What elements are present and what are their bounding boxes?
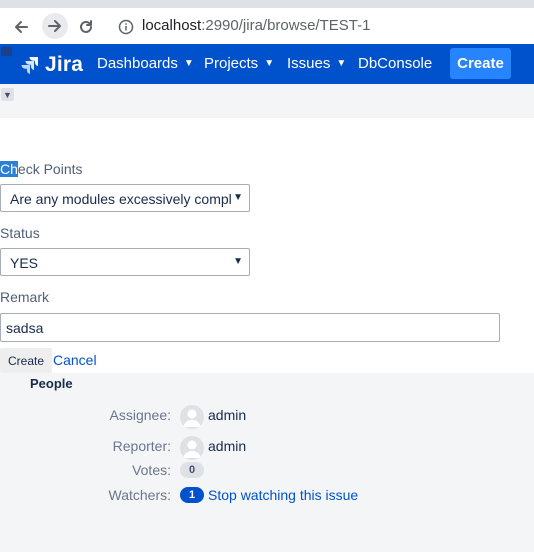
assignee-avatar[interactable] <box>180 405 204 429</box>
user-icon <box>183 409 201 427</box>
nav-dbconsole[interactable]: DbConsole <box>358 55 432 72</box>
checkpoints-select[interactable]: Are any modules excessively compl ▼ <box>0 184 250 212</box>
reporter-label: Reporter: <box>112 438 171 454</box>
votes-count-badge[interactable]: 0 <box>180 462 204 478</box>
url-host: localhost <box>142 17 202 34</box>
jira-top-nav: Jira Dashboards ▼ Projects ▼ Issues ▼ DbCon… <box>0 44 534 84</box>
watchers-label: Watchers: <box>108 487 172 503</box>
jira-logo-text: Jira <box>45 53 84 76</box>
assignee-name[interactable]: admin <box>208 407 246 423</box>
reporter-avatar[interactable] <box>180 436 204 460</box>
assignee-label: Assignee: <box>109 407 171 423</box>
reload-icon <box>80 20 92 33</box>
forward-button[interactable] <box>42 13 68 39</box>
expand-chevron-icon[interactable]: ▼ <box>1 88 14 101</box>
nav-projects[interactable]: Projects ▼ <box>204 55 274 72</box>
cancel-link[interactable]: Cancel <box>53 352 97 368</box>
chevron-down-icon: ▼ <box>264 58 275 69</box>
people-section-title: People <box>30 376 73 391</box>
remark-label: Remark <box>0 289 50 305</box>
jira-logo[interactable]: Jira <box>20 53 83 77</box>
address-bar[interactable]: localhost:2990/jira/browse/TEST-1 <box>142 17 370 34</box>
remark-input[interactable]: sadsa <box>0 313 500 342</box>
arrow-left-icon <box>15 21 28 33</box>
site-info-icon[interactable] <box>117 18 135 36</box>
user-icon <box>183 440 201 458</box>
nav-dashboards[interactable]: Dashboards ▼ <box>97 55 194 72</box>
status-label: Status <box>0 225 40 241</box>
jira-logo-icon <box>21 57 38 74</box>
create-button[interactable]: Create <box>0 348 52 373</box>
browser-tab-strip <box>0 0 534 8</box>
chevron-down-icon: ▼ <box>183 58 194 69</box>
votes-label: Votes: <box>132 462 171 478</box>
nav-dashboards-label: Dashboards <box>97 55 178 72</box>
arrow-right-icon <box>48 20 61 32</box>
collapse-toggle-icon[interactable] <box>1 47 12 56</box>
reporter-name[interactable]: admin <box>208 438 246 454</box>
stop-watching-link[interactable]: Stop watching this issue <box>208 487 358 503</box>
selected-text: Ch <box>0 161 18 177</box>
nav-dbconsole-label: DbConsole <box>358 55 433 72</box>
checkpoint-form: Check Points Are any modules excessively… <box>0 118 534 373</box>
nav-projects-label: Projects <box>204 55 259 72</box>
dropdown-arrow-icon: ▼ <box>233 256 243 267</box>
back-button[interactable] <box>11 17 31 37</box>
status-select-value: YES <box>10 255 39 271</box>
chevron-down-icon: ▼ <box>336 58 347 69</box>
browser-toolbar: localhost:2990/jira/browse/TEST-1 <box>0 8 534 44</box>
reload-button[interactable] <box>76 17 96 37</box>
dropdown-arrow-icon: ▼ <box>233 192 243 203</box>
url-path: :2990/jira/browse/TEST-1 <box>201 17 371 34</box>
checkpoints-label: Check Points <box>0 161 83 177</box>
checkpoints-label-text: eck Points <box>17 161 83 177</box>
nav-issues-label: Issues <box>287 55 331 72</box>
checkpoints-select-value: Are any modules excessively compl <box>10 191 232 207</box>
remark-input-value: sadsa <box>6 320 44 336</box>
status-select[interactable]: YES ▼ <box>0 248 250 276</box>
nav-issues[interactable]: Issues ▼ <box>287 55 346 72</box>
create-issue-button[interactable]: Create <box>450 48 511 79</box>
watchers-count-badge[interactable]: 1 <box>180 487 204 503</box>
